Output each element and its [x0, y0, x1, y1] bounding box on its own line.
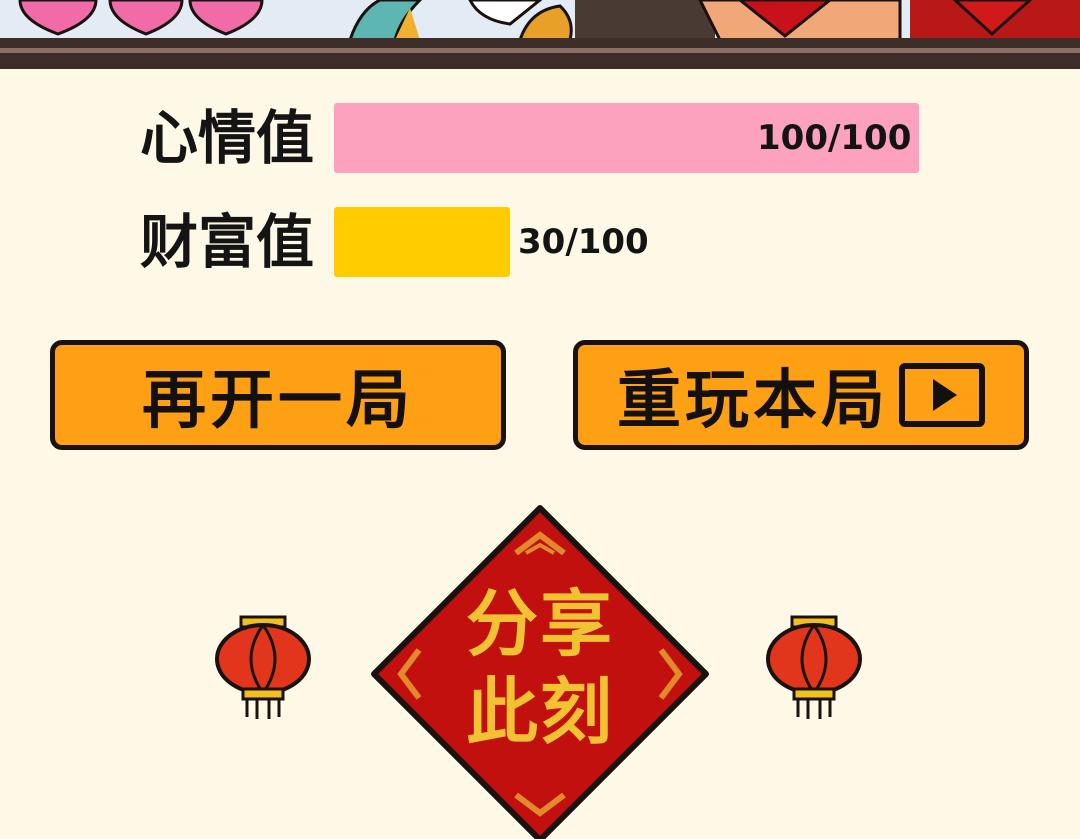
wealth-value: 30/100	[518, 222, 649, 262]
frame-border-line	[0, 48, 1080, 53]
frame-border	[0, 38, 1080, 69]
mood-label: 心情值	[140, 104, 315, 172]
heart-icon	[18, 0, 264, 36]
wealth-label: 财富值	[140, 208, 315, 276]
share-label: 分享 此刻	[440, 580, 640, 756]
result-screen: 心情值 100/100 财富值 30/100 再开一局 重玩本局 分享 此刻	[0, 0, 1080, 839]
share-label-line2: 此刻	[465, 670, 614, 754]
replay-button[interactable]: 重玩本局	[573, 340, 1029, 450]
new-game-button[interactable]: 再开一局	[50, 340, 506, 450]
share-label-line1: 分享	[465, 582, 614, 666]
new-game-label: 再开一局	[142, 364, 414, 438]
lantern-icon	[215, 615, 311, 719]
lantern-icon	[766, 615, 862, 719]
video-play-icon	[899, 363, 985, 427]
wealth-bar-fill	[334, 207, 510, 277]
scene-illustration	[0, 0, 1080, 40]
replay-label: 重玩本局	[617, 364, 889, 438]
mood-value: 100/100	[757, 118, 912, 158]
